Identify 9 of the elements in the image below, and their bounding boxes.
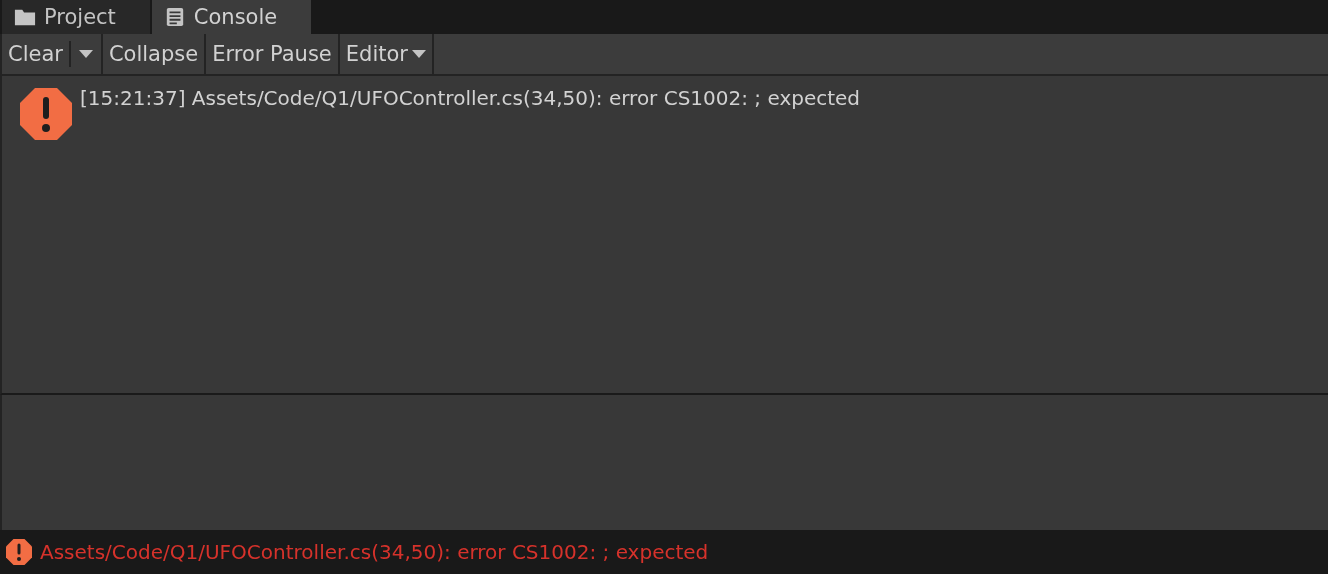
tab[interactable]: Project [2,0,150,34]
caret-icon [78,50,93,58]
caret-icon [411,50,426,58]
tab[interactable]: Console [151,0,312,34]
error-icon [20,88,72,140]
log-entry[interactable]: [15:21:37] Assets/Code/Q1/UFOController.cs(34,50): error CS1002: ; expected [2,76,1328,138]
error-icon [6,539,32,565]
folder-icon [14,7,36,27]
status-message: Assets/Code/Q1/UFOController.cs(34,50): error CS1002: ; expected [40,540,709,564]
